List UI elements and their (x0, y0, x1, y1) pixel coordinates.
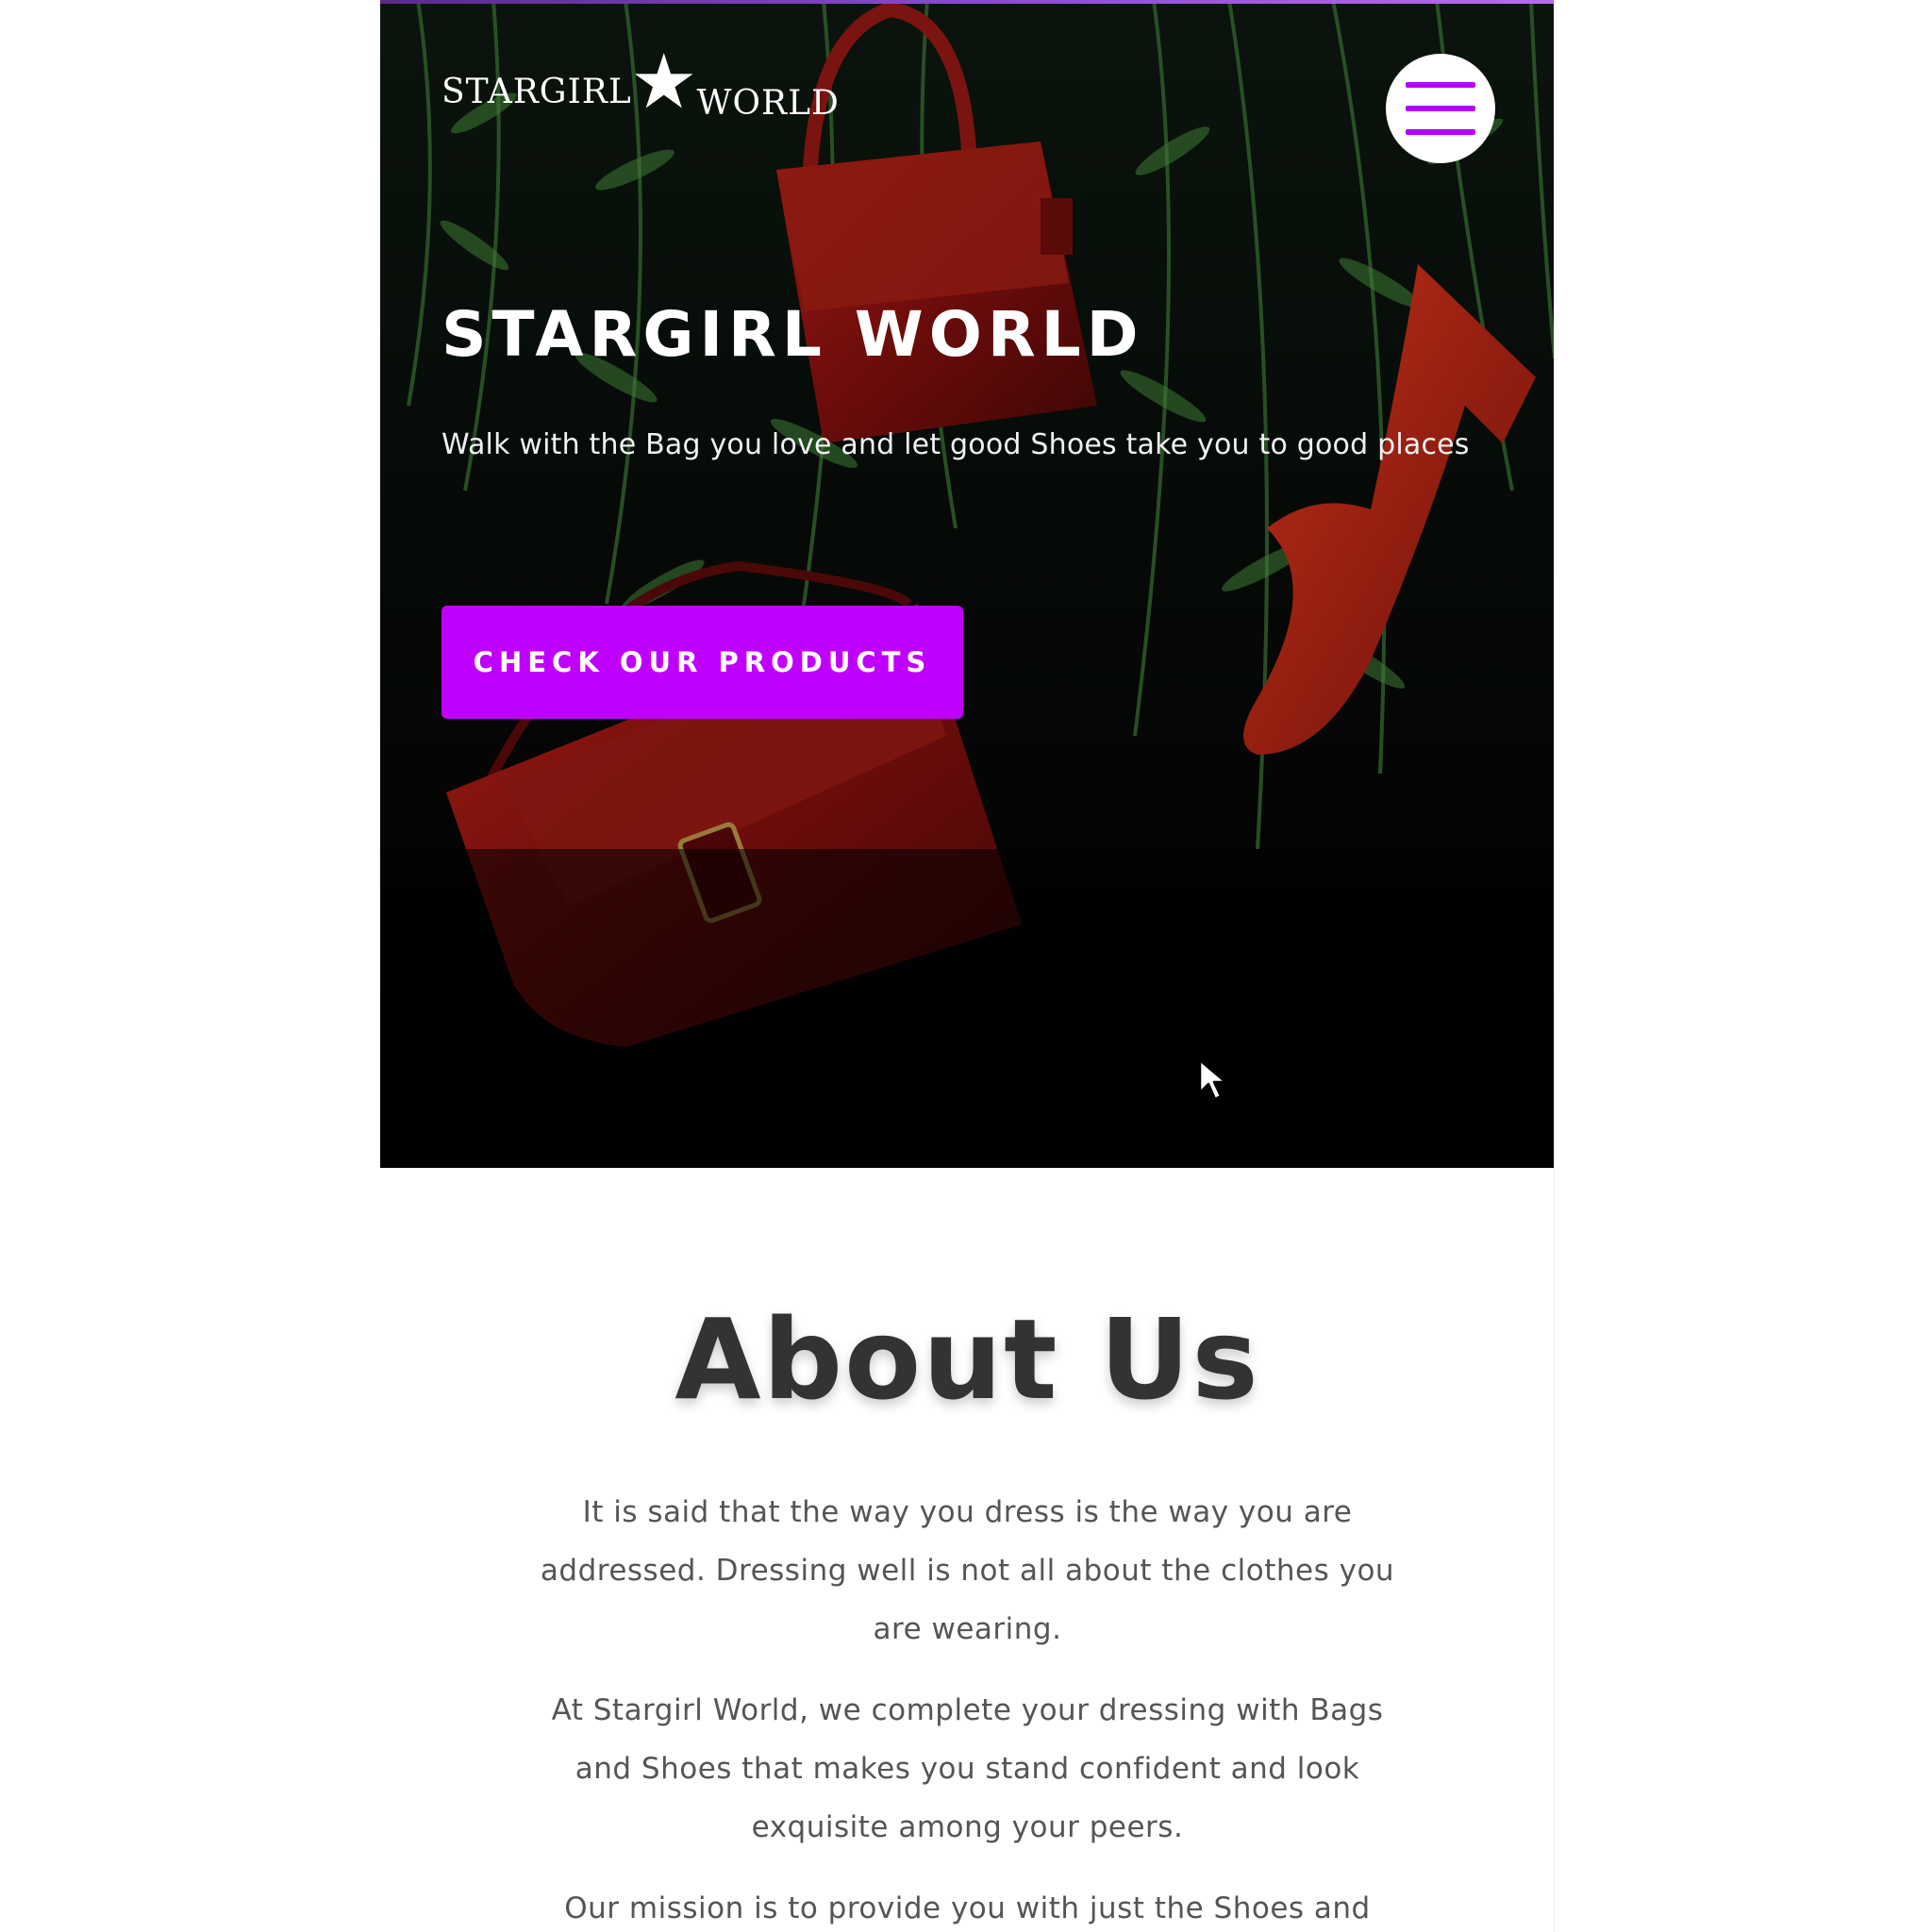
logo-text-left: STARGIRL (441, 72, 632, 111)
hero-subtitle: Walk with the Bag you love and let good … (441, 428, 1470, 461)
hero-section: STARGIRL ★ WORLD STARGIRL WORLD Walk wit… (380, 0, 1554, 1168)
hero-title: STARGIRL WORLD (441, 298, 1144, 371)
hero-top-accent-line (380, 0, 1554, 4)
hamburger-icon (1406, 82, 1475, 88)
about-us-text: It is said that the way you dress is the… (526, 1483, 1408, 1932)
logo-text-right: WORLD (696, 83, 840, 123)
star-icon: ★ (629, 38, 699, 125)
about-us-heading: About Us (675, 1294, 1260, 1424)
hamburger-icon-line (1406, 129, 1475, 135)
mouse-cursor-icon (1198, 1058, 1227, 1101)
check-products-button[interactable]: CHECK OUR PRODUCTS (441, 606, 963, 719)
hero-background-image (380, 0, 1554, 1168)
about-paragraph: At Stargirl World, we complete your dres… (551, 1693, 1384, 1844)
about-paragraph: It is said that the way you dress is the… (540, 1495, 1395, 1646)
hamburger-icon-line (1406, 106, 1475, 111)
page-viewport: STARGIRL ★ WORLD STARGIRL WORLD Walk wit… (380, 0, 1555, 1932)
hamburger-menu-button[interactable] (1386, 54, 1495, 163)
about-paragraph: Our mission is to provide you with just … (564, 1891, 1371, 1925)
site-logo[interactable]: STARGIRL ★ WORLD (441, 44, 840, 134)
